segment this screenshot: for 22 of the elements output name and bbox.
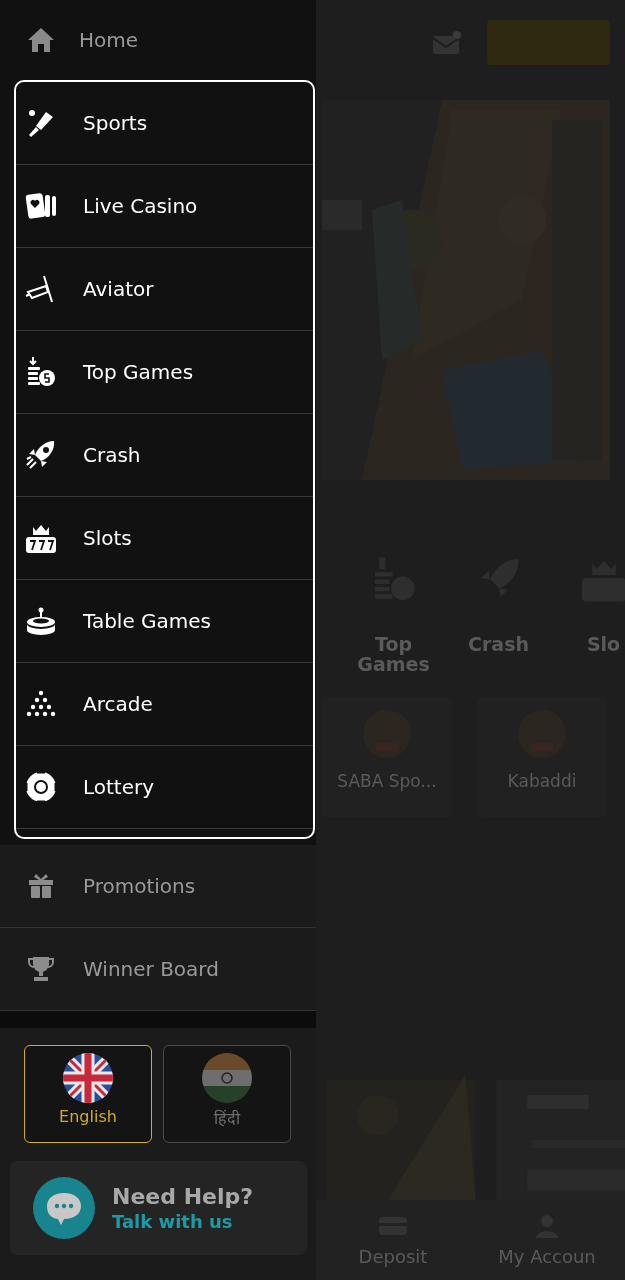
menu-item[interactable]: Sports <box>16 82 313 165</box>
british-flag-icon <box>63 1053 113 1103</box>
menu-item[interactable]: Slots <box>16 497 313 580</box>
menu-item[interactable]: Live Casino <box>16 165 313 248</box>
chat-icon <box>33 1177 95 1239</box>
gift-icon <box>26 871 56 901</box>
menu-item[interactable]: Arcade <box>16 663 313 746</box>
mail-icon[interactable] <box>432 29 462 56</box>
menu-item[interactable]: Aviator <box>16 248 313 331</box>
language-option[interactable]: हिंदी <box>163 1045 291 1143</box>
indian-flag-icon <box>202 1053 252 1103</box>
home-icon <box>26 25 56 55</box>
language-option[interactable]: English <box>24 1045 152 1143</box>
home-link[interactable]: Home <box>79 28 139 52</box>
trophy-icon <box>26 954 56 984</box>
menu-item[interactable]: Table Games <box>16 580 313 663</box>
menu-item[interactable]: Lottery <box>16 746 313 829</box>
menu-item[interactable]: Crash <box>16 414 313 497</box>
help-link[interactable]: Talk with us <box>112 1211 254 1232</box>
help-title: Need Help? <box>112 1184 254 1209</box>
help-card[interactable]: Need Help? Talk with us <box>10 1161 307 1255</box>
menu-item[interactable]: Top Games <box>16 331 313 414</box>
